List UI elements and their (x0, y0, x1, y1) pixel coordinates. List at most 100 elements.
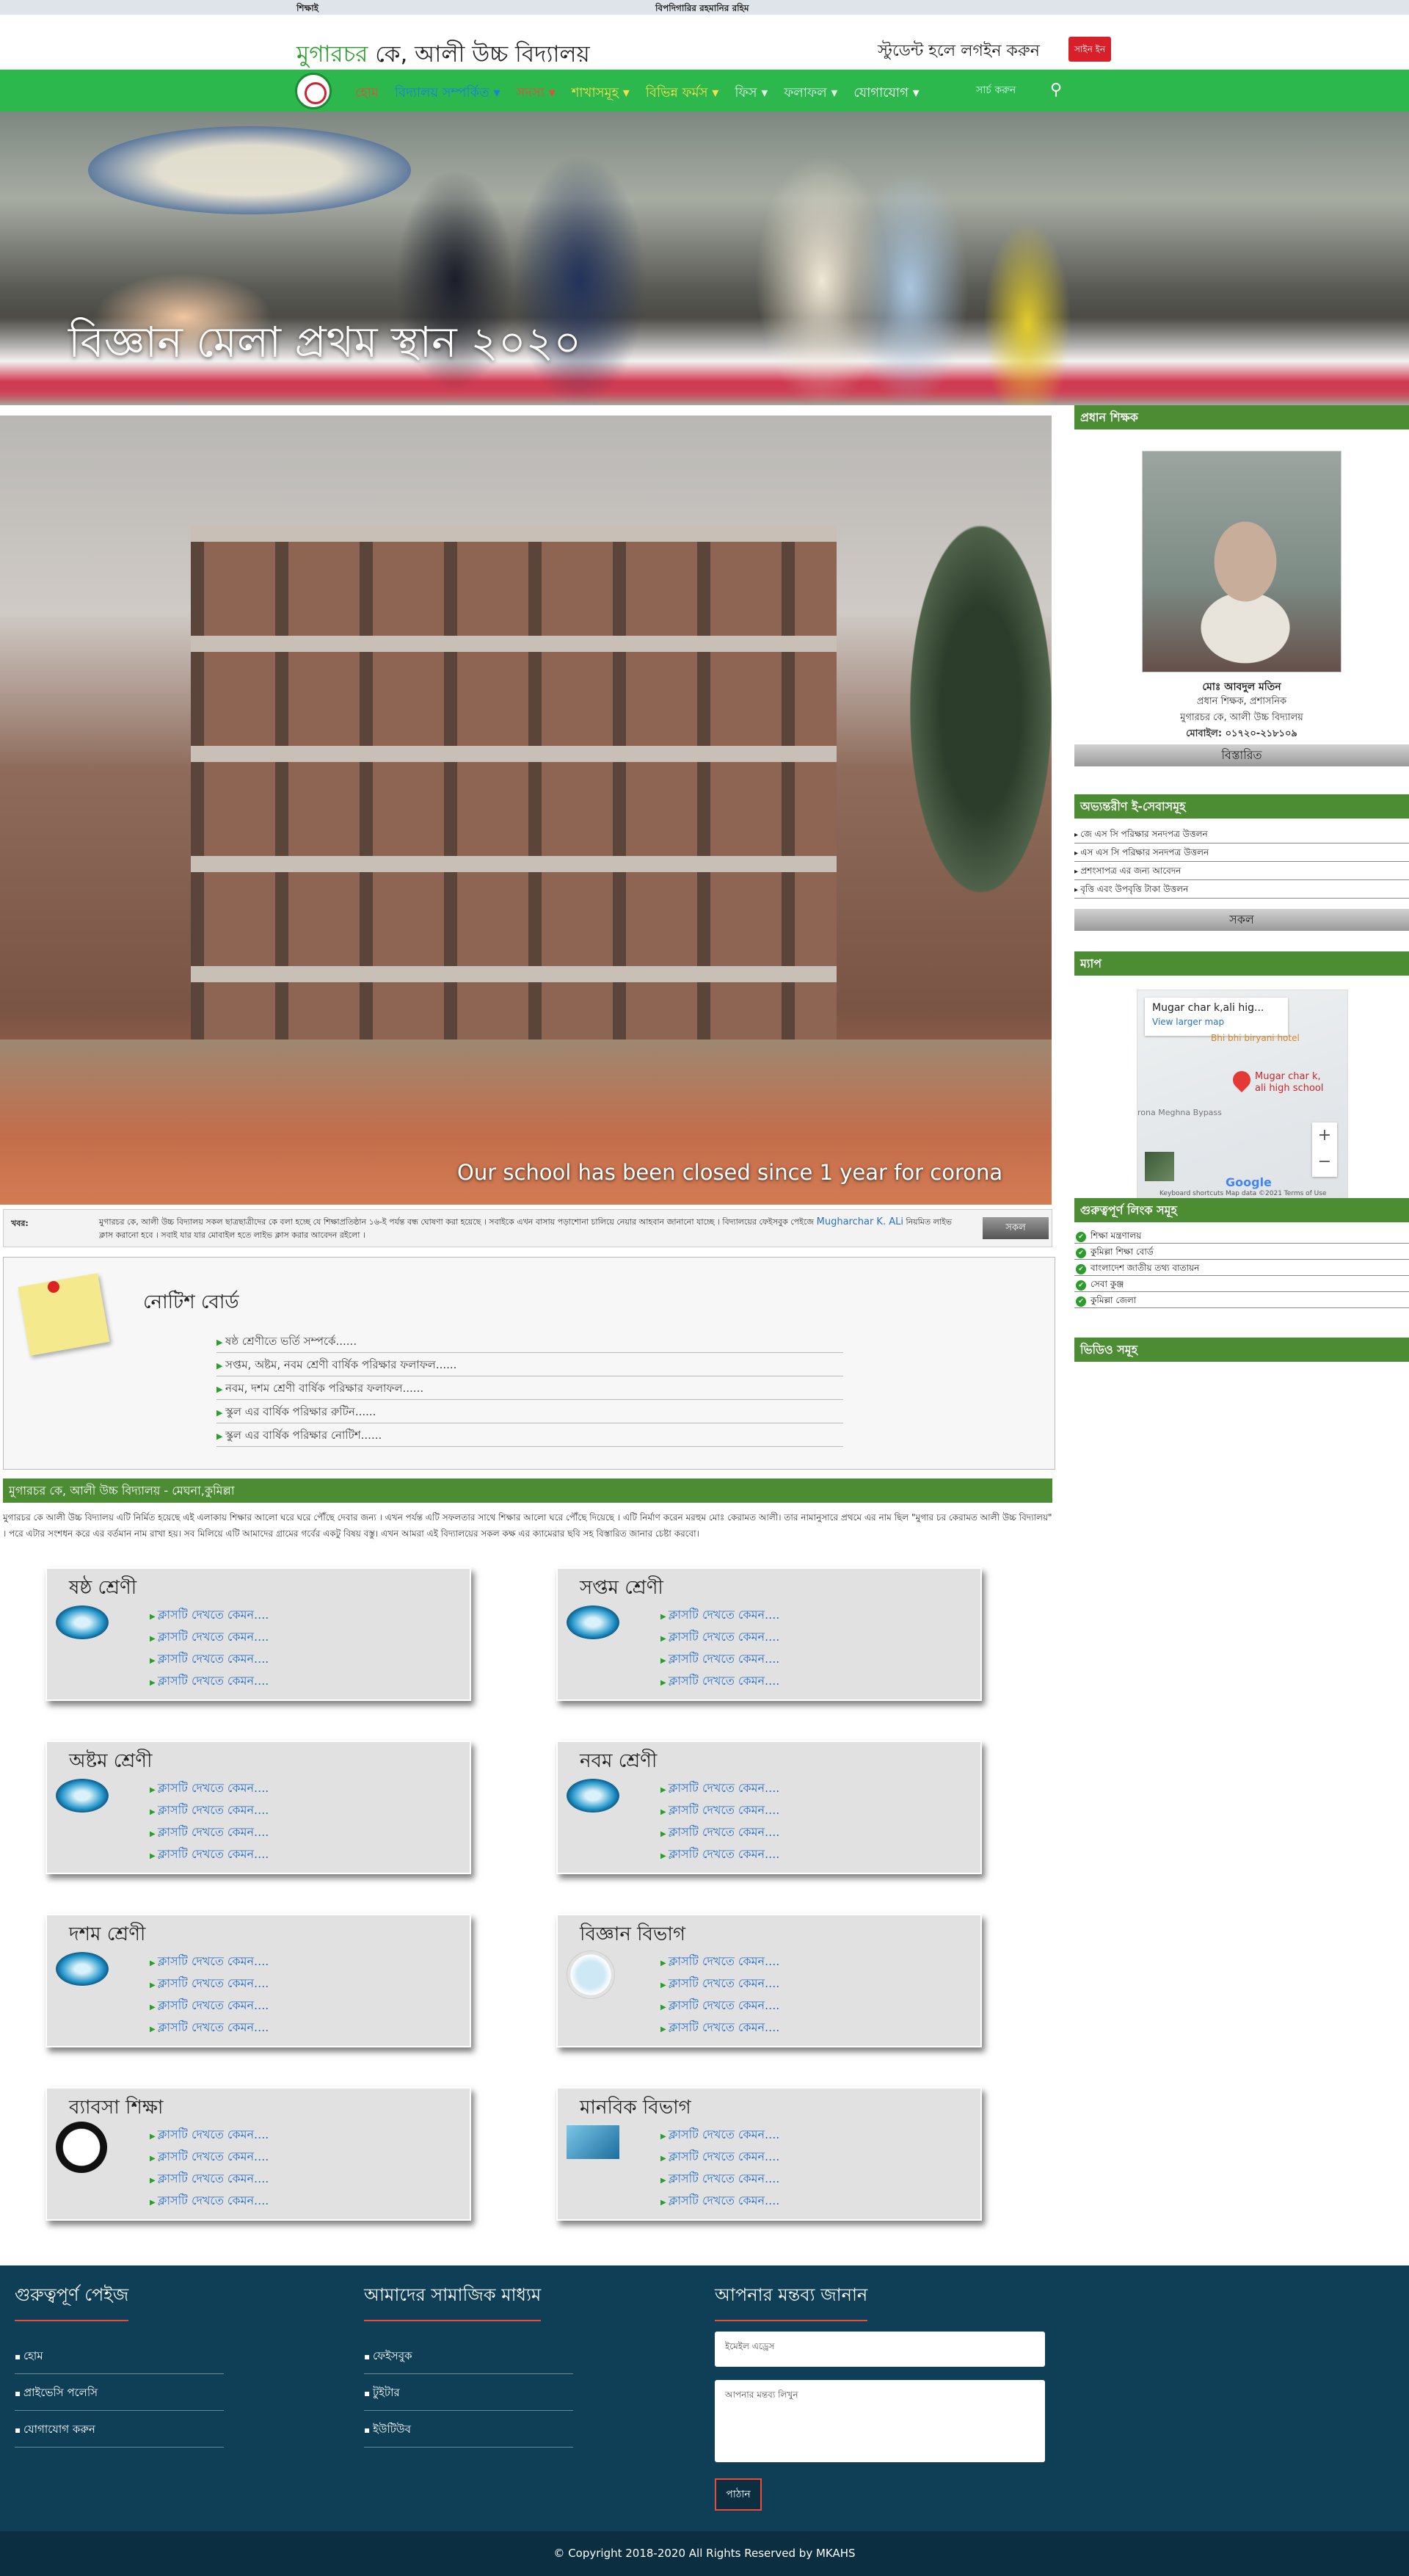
class-title[interactable]: মানবিক বিভাগ (580, 2092, 691, 2125)
about-heading: মুগারচর কে, আলী উচ্চ বিদ্যালয় - মেঘনা,ক… (3, 1479, 1052, 1503)
class-view-link[interactable]: ক্লাসটি দেখতে কেমন.... (150, 1973, 269, 1995)
map-hotel-label: Bhi bhi biryani hotel (1211, 1033, 1300, 1043)
class-view-link[interactable]: ক্লাসটি দেখতে কেমন.... (660, 2124, 780, 2146)
nav-item[interactable]: সদস্য ▾ (517, 82, 556, 105)
nav-item[interactable]: যোগাযোগ ▾ (853, 82, 919, 105)
nav-item[interactable]: ফিস ▾ (735, 82, 768, 105)
footer-social-link[interactable]: ইউটিউব (364, 2411, 573, 2448)
site-header: মুগারচর কে, আলী উচ্চ বিদ্যালয় স্টুডেন্ট… (0, 15, 1409, 70)
nav-item[interactable]: হোম (355, 82, 379, 105)
class-view-link[interactable]: ক্লাসটি দেখতে কেমন.... (150, 1843, 269, 1865)
class-view-link[interactable]: ক্লাসটি দেখতে কেমন.... (660, 1604, 780, 1626)
class-view-link[interactable]: ক্লাসটি দেখতে কেমন.... (660, 1777, 780, 1799)
class-card: দশম শ্রেণীক্লাসটি দেখতে কেমন....ক্লাসটি … (45, 1914, 471, 2047)
nav-item[interactable]: বিদ্যালয় সম্পর্কিত ▾ (395, 82, 500, 105)
class-view-link[interactable]: ক্লাসটি দেখতে কেমন.... (660, 1648, 780, 1670)
search-input[interactable]: সার্চ করুন (976, 79, 1035, 102)
class-view-link[interactable]: ক্লাসটি দেখতে কেমন.... (660, 1843, 780, 1865)
class-view-link[interactable]: ক্লাসটি দেখতে কেমন.... (660, 1670, 780, 1692)
class-view-link[interactable]: ক্লাসটি দেখতে কেমন.... (150, 1799, 269, 1821)
google-map[interactable]: Mugar char k,ali hig... View larger map … (1137, 990, 1348, 1202)
class-view-link[interactable]: ক্লাসটি দেখতে কেমন.... (660, 1973, 780, 1995)
class-view-link[interactable]: ক্লাসটি দেখতে কেমন.... (150, 1604, 269, 1626)
class-view-link[interactable]: ক্লাসটি দেখতে কেমন.... (660, 2017, 780, 2039)
class-view-link[interactable]: ক্লাসটি দেখতে কেমন.... (660, 1951, 780, 1973)
notice-item[interactable]: ষষ্ঠ শ্রেণীতে ভর্তি সম্পর্কে...... (216, 1329, 843, 1353)
nav-item[interactable]: শাখাসমূহ ▾ (572, 82, 630, 105)
class-view-link[interactable]: ক্লাসটি দেখতে কেমন.... (150, 2146, 269, 2168)
class-view-link[interactable]: ক্লাসটি দেখতে কেমন.... (150, 2168, 269, 2190)
eservice-item[interactable]: প্রশংসাপত্র এর জন্য আবেদন (1074, 862, 1409, 880)
eservice-item[interactable]: জে এস সি পরিক্ষার সনদপত্র উত্তলন (1074, 825, 1409, 843)
zoom-out-icon[interactable]: − (1312, 1149, 1337, 1175)
class-view-link[interactable]: ক্লাসটি দেখতে কেমন.... (150, 1777, 269, 1799)
notice-list: ষষ্ঠ শ্রেণীতে ভর্তি সম্পর্কে......সপ্তম,… (216, 1329, 843, 1447)
notice-item[interactable]: নবম, দশম শ্রেণী বার্ষিক পরিক্ষার ফলাফল..… (216, 1376, 843, 1400)
footer-page-link[interactable]: প্রাইভেসি পলেসি (15, 2374, 224, 2411)
search-icon[interactable]: ⚲ (1045, 79, 1067, 102)
eservices-all-button[interactable]: সকল (1074, 909, 1409, 931)
class-title[interactable]: দশম শ্রেণী (69, 1919, 145, 1951)
class-view-link[interactable]: ক্লাসটি দেখতে কেমন.... (660, 2146, 780, 2168)
student-login-link[interactable]: স্টুডেন্ট হলে লগইন করুন (878, 38, 1040, 65)
footer-important-list: হোমপ্রাইভেসি পলেসিযোগাযোগ করুন (15, 2337, 224, 2448)
important-link[interactable]: শিক্ষা মন্ত্রণালয় (1074, 1227, 1409, 1244)
notice-item[interactable]: স্কুল এর বার্ষিক পরিক্ষার রুটিন...... (216, 1400, 843, 1423)
eservices-list: জে এস সি পরিক্ষার সনদপত্র উত্তলনএস এস সি… (1074, 825, 1409, 899)
eservice-item[interactable]: বৃত্তি এবং উপবৃত্তি টাকা উত্তলন (1074, 880, 1409, 899)
class-view-link[interactable]: ক্লাসটি দেখতে কেমন.... (660, 1821, 780, 1843)
class-title[interactable]: সপ্তম শ্রেণী (580, 1572, 663, 1605)
school-logo-icon[interactable] (295, 73, 332, 109)
zoom-in-icon[interactable]: + (1312, 1122, 1337, 1149)
class-view-link[interactable]: ক্লাসটি দেখতে কেমন.... (150, 1995, 269, 2017)
footer-page-link[interactable]: যোগাযোগ করুন (15, 2411, 224, 2448)
class-view-link[interactable]: ক্লাসটি দেখতে কেমন.... (150, 1821, 269, 1843)
class-view-link[interactable]: ক্লাসটি দেখতে কেমন.... (660, 2168, 780, 2190)
nav-item[interactable]: ফলাফল ▾ (784, 82, 837, 105)
class-view-link[interactable]: ক্লাসটি দেখতে কেমন.... (150, 1626, 269, 1648)
eservice-item[interactable]: এস এস সি পরিক্ষার সনদপত্র উত্তলন (1074, 843, 1409, 862)
class-title[interactable]: অষ্টম শ্রেণী (69, 1746, 152, 1778)
water-drop-icon (56, 1606, 109, 1639)
class-title[interactable]: বিজ্ঞান বিভাগ (580, 1919, 685, 1951)
class-view-link[interactable]: ক্লাসটি দেখতে কেমন.... (150, 1670, 269, 1692)
footer-social-link[interactable]: ফেইসবুক (364, 2337, 573, 2374)
principal-details-button[interactable]: বিস্তারিত (1074, 744, 1409, 766)
nav-item[interactable]: বিভিন্ন ফর্মস ▾ (646, 82, 719, 105)
class-view-link[interactable]: ক্লাসটি দেখতে কেমন.... (660, 1799, 780, 1821)
important-link[interactable]: কুমিল্লা জেলা (1074, 1292, 1409, 1308)
class-view-link[interactable]: ক্লাসটি দেখতে কেমন.... (660, 1626, 780, 1648)
important-link[interactable]: বাংলাদেশ জাতীয় তথ্য বাতায়ন (1074, 1260, 1409, 1276)
map-zoom-controls[interactable]: + − (1312, 1122, 1337, 1177)
footer-social-link[interactable]: টুইটার (364, 2374, 573, 2411)
principal-name: মোঃ আবদুল মতিন (1202, 681, 1281, 693)
map-pin-icon[interactable] (1229, 1067, 1254, 1092)
submit-feedback-button[interactable]: পাঠান (715, 2478, 762, 2511)
news-text-part1: মুগারচর কে, আলী উচ্চ বিদ্যালয় সকল ছাত্র… (99, 1217, 817, 1227)
class-view-link[interactable]: ক্লাসটি দেখতে কেমন.... (150, 2190, 269, 2212)
view-larger-map-link[interactable]: View larger map (1152, 1017, 1281, 1027)
all-news-button[interactable]: সকল (983, 1217, 1049, 1239)
class-view-link[interactable]: ক্লাসটি দেখতে কেমন.... (150, 1648, 269, 1670)
important-link[interactable]: সেবা কুঞ্জ (1074, 1276, 1409, 1292)
satellite-toggle[interactable] (1145, 1152, 1174, 1181)
important-link[interactable]: কুমিল্লা শিক্ষা বোর্ড (1074, 1244, 1409, 1260)
class-title[interactable]: ষষ্ঠ শ্রেণী (69, 1572, 136, 1605)
class-title[interactable]: নবম শ্রেণী (580, 1746, 657, 1778)
image-slider[interactable]: Our school has been closed since 1 year … (0, 416, 1052, 1205)
facebook-page-link[interactable]: Mugharchar K. ALi (817, 1216, 903, 1227)
class-view-link[interactable]: ক্লাসটি দেখতে কেমন.... (150, 2124, 269, 2146)
class-view-link[interactable]: ক্লাসটি দেখতে কেমন.... (660, 1995, 780, 2017)
notice-board-title: নোটিশ বোর্ড (143, 1291, 239, 1313)
notice-item[interactable]: সপ্তম, অষ্টম, নবম শ্রেণী বার্ষিক পরিক্ষা… (216, 1353, 843, 1376)
class-title[interactable]: ব্যাবসা শিক্ষা (69, 2092, 163, 2125)
comment-field[interactable]: আপনার মন্তব্য লিখুন (715, 2380, 1045, 2462)
notice-item[interactable]: স্কুল এর বার্ষিক পরিক্ষার নোটিশ...... (216, 1423, 843, 1447)
sign-in-button[interactable]: সাইন ইন (1068, 37, 1111, 62)
class-view-link[interactable]: ক্লাসটি দেখতে কেমন.... (150, 1951, 269, 1973)
footer-page-link[interactable]: হোম (15, 2337, 224, 2374)
email-field[interactable]: ইমেইল এড্রেস (715, 2332, 1045, 2367)
class-links: ক্লাসটি দেখতে কেমন....ক্লাসটি দেখতে কেমন… (660, 1604, 780, 1692)
class-view-link[interactable]: ক্লাসটি দেখতে কেমন.... (150, 2017, 269, 2039)
class-view-link[interactable]: ক্লাসটি দেখতে কেমন.... (660, 2190, 780, 2212)
